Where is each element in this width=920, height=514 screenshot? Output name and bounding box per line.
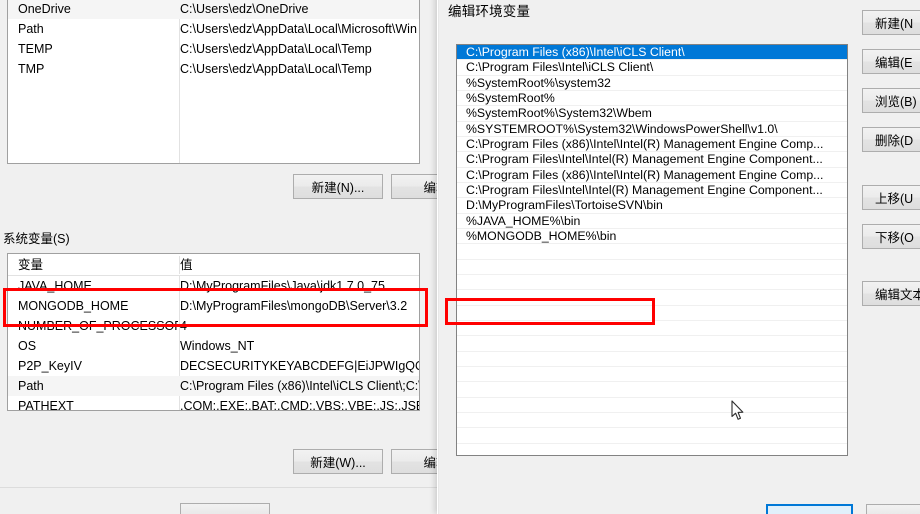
variable-name: PATHEXT (18, 399, 74, 411)
list-item-empty[interactable] (457, 260, 847, 275)
cancel-button[interactable] (866, 504, 920, 514)
variable-name: MONGODB_HOME (18, 299, 129, 313)
variable-value: 4 (180, 319, 187, 333)
list-item[interactable]: %SYSTEMROOT%\System32\WindowsPowerShell\… (457, 122, 847, 137)
table-row[interactable]: MONGODB_HOME D:\MyProgramFiles\mongoDB\S… (8, 296, 419, 316)
list-item[interactable]: %MONGODB_HOME%\bin (457, 229, 847, 245)
user-new-button[interactable]: 新建(N)... (293, 174, 383, 199)
list-item[interactable]: C:\Program Files\Intel\Intel(R) Manageme… (457, 183, 847, 199)
dialog-move-down-button[interactable]: 下移(O (862, 224, 920, 249)
list-item-empty[interactable] (457, 367, 847, 383)
variable-name: JAVA_HOME (18, 279, 92, 293)
dialog-edge (438, 0, 439, 514)
system-variables-label: 系统变量(S) (3, 232, 70, 246)
mouse-cursor-icon (731, 400, 744, 420)
dialog-edit-text-button[interactable]: 编辑文本( (862, 281, 920, 306)
variable-name: Path (18, 22, 44, 36)
table-row[interactable]: PATHEXT .COM;.EXE;.BAT;.CMD;.VBS;.VBE;.J… (8, 396, 419, 411)
dialog-move-up-button[interactable]: 上移(U (862, 185, 920, 210)
variable-name: TEMP (18, 42, 53, 56)
variable-value: DECSECURITYKEYABCDEFG|EiJPWIgQQDgo. (180, 359, 419, 373)
variable-value: D:\MyProgramFiles\Java\jdk1.7.0_75 (180, 279, 385, 293)
table-header: 变量 值 (8, 254, 419, 276)
list-item-empty[interactable] (457, 321, 847, 337)
list-item[interactable]: %SystemRoot%\System32\Wbem (457, 106, 847, 122)
list-item[interactable]: C:\Program Files (x86)\Intel\iCLS Client… (457, 45, 847, 61)
dialog-edit-button[interactable]: 编辑(E (862, 49, 920, 74)
list-item-empty[interactable] (457, 413, 847, 429)
edit-environment-variable-dialog: 编辑环境变量 C:\Program Files (x86)\Intel\iCLS… (437, 0, 920, 514)
table-row[interactable]: TMP C:\Users\edz\AppData\Local\Temp (8, 59, 419, 79)
variable-value: C:\Users\edz\AppData\Local\Microsoft\Win (180, 22, 417, 36)
environment-variables-window: OneDrive C:\Users\edz\OneDrive Path C:\U… (0, 0, 437, 514)
column-header-name: 变量 (18, 258, 44, 272)
list-item[interactable]: %SystemRoot% (457, 91, 847, 107)
variable-name: Path (18, 379, 44, 393)
list-item-empty[interactable] (457, 306, 847, 321)
list-item-empty[interactable] (457, 290, 847, 306)
list-item-empty[interactable] (457, 336, 847, 352)
system-variables-list[interactable]: 变量 值 JAVA_HOME D:\MyProgramFiles\Java\jd… (7, 253, 420, 411)
list-item-empty[interactable] (457, 428, 847, 444)
list-item-empty[interactable] (457, 244, 847, 260)
dialog-browse-button[interactable]: 浏览(B) (862, 88, 920, 113)
list-item-empty[interactable] (457, 382, 847, 398)
user-edit-button[interactable]: 编辑 (391, 174, 437, 199)
list-item-empty[interactable] (457, 398, 847, 413)
table-row[interactable]: OS Windows_NT (8, 336, 419, 356)
ok-button[interactable] (766, 504, 853, 514)
table-row[interactable]: OneDrive C:\Users\edz\OneDrive (8, 0, 419, 19)
list-item[interactable]: C:\Program Files\Intel\Intel(R) Manageme… (457, 152, 847, 168)
system-new-button[interactable]: 新建(W)... (293, 449, 383, 474)
variable-value: .COM;.EXE;.BAT;.CMD;.VBS;.VBE;.JS;.JSE;.… (180, 399, 419, 411)
variable-name: OneDrive (18, 2, 71, 16)
variable-name: OS (18, 339, 37, 353)
table-row[interactable]: TEMP C:\Users\edz\AppData\Local\Temp (8, 39, 419, 59)
variable-value: C:\Users\edz\OneDrive (180, 2, 309, 16)
user-variables-list[interactable]: OneDrive C:\Users\edz\OneDrive Path C:\U… (7, 0, 420, 164)
table-row[interactable]: Path C:\Program Files (x86)\Intel\iCLS C… (8, 376, 419, 396)
variable-name: NUMBER_OF_PROCESSORS (18, 319, 178, 333)
variable-name: P2P_KeyIV (18, 359, 82, 373)
variable-value: C:\Users\edz\AppData\Local\Temp (180, 42, 372, 56)
list-item[interactable]: %SystemRoot%\system32 (457, 76, 847, 91)
dialog-new-button[interactable]: 新建(N (862, 10, 920, 35)
table-row[interactable]: NUMBER_OF_PROCESSORS 4 (8, 316, 419, 336)
variable-value: D:\MyProgramFiles\mongoDB\Server\3.2 (180, 299, 408, 313)
list-item-empty[interactable] (457, 352, 847, 367)
table-row[interactable]: Path C:\Users\edz\AppData\Local\Microsof… (8, 19, 419, 39)
list-item[interactable]: C:\Program Files (x86)\Intel\Intel(R) Ma… (457, 137, 847, 153)
table-row[interactable]: JAVA_HOME D:\MyProgramFiles\Java\jdk1.7.… (8, 276, 419, 296)
path-entries-list[interactable]: C:\Program Files (x86)\Intel\iCLS Client… (456, 44, 848, 456)
dialog-title: 编辑环境变量 (448, 4, 531, 19)
variable-value: C:\Users\edz\AppData\Local\Temp (180, 62, 372, 76)
list-item-empty[interactable] (457, 275, 847, 291)
screenshot-root: OneDrive C:\Users\edz\OneDrive Path C:\U… (0, 0, 920, 514)
table-row[interactable]: P2P_KeyIV DECSECURITYKEYABCDEFG|EiJPWIgQ… (8, 356, 419, 376)
variable-name: TMP (18, 62, 45, 76)
list-item[interactable]: C:\Program Files (x86)\Intel\Intel(R) Ma… (457, 168, 847, 183)
list-item[interactable]: D:\MyProgramFiles\TortoiseSVN\bin (457, 198, 847, 214)
variable-value: C:\Program Files (x86)\Intel\iCLS Client… (180, 379, 420, 393)
column-header-value: 值 (180, 258, 193, 272)
variable-value: Windows_NT (180, 339, 255, 353)
footer-button-stub[interactable] (180, 503, 270, 514)
list-item[interactable]: %JAVA_HOME%\bin (457, 214, 847, 229)
dialog-delete-button[interactable]: 删除(D (862, 127, 920, 152)
list-item[interactable]: C:\Program Files\Intel\iCLS Client\ (457, 60, 847, 76)
system-edit-button[interactable]: 编辑 (391, 449, 437, 474)
